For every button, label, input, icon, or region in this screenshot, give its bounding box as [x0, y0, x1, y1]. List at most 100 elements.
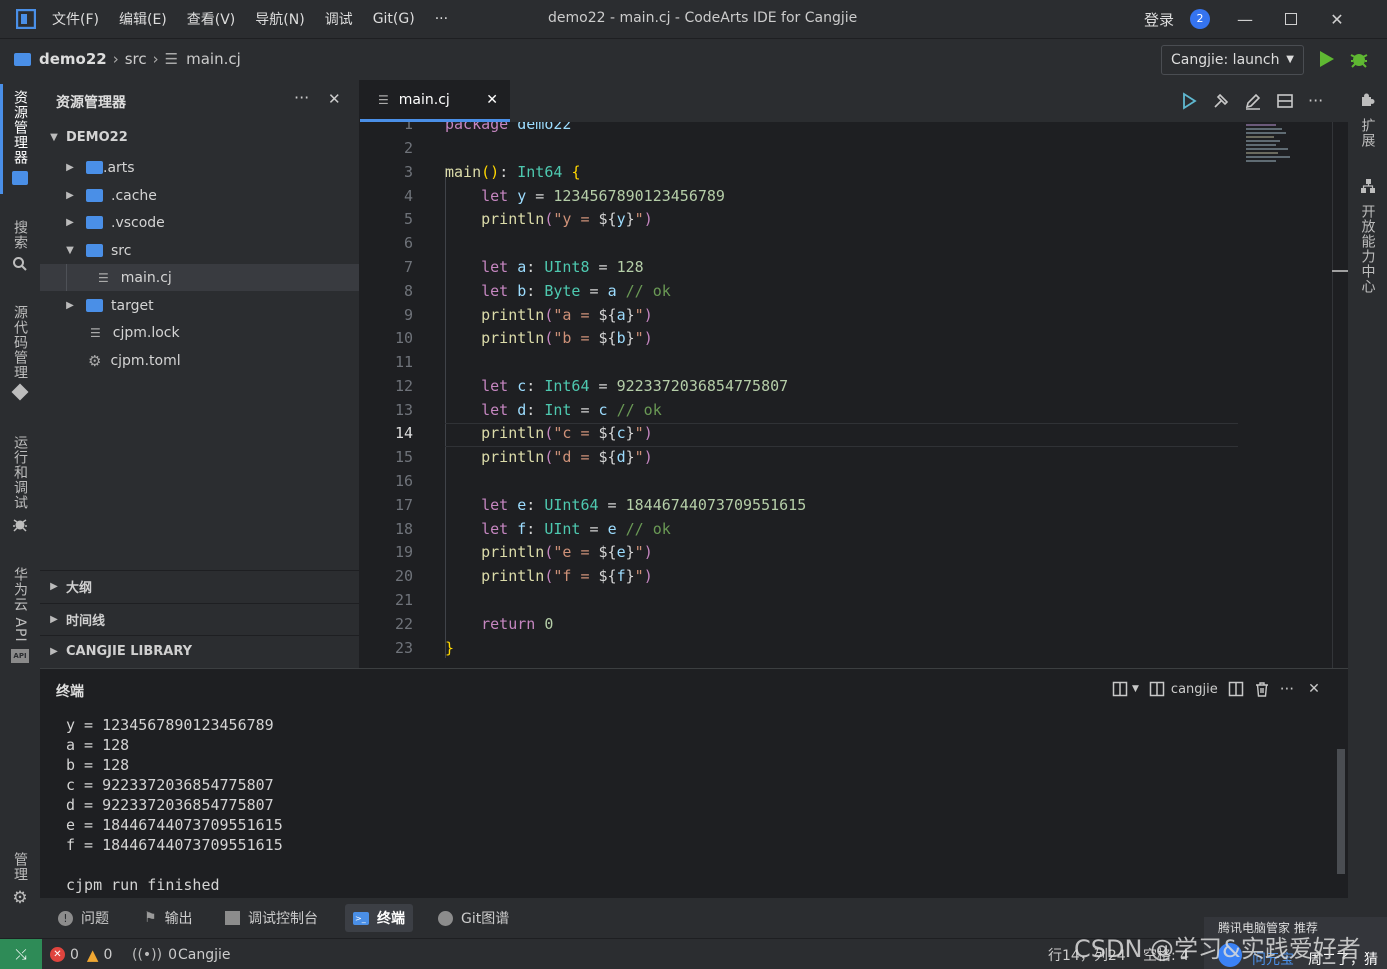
source-control-icon: [11, 383, 29, 401]
code-line: 7 let a: UInt8 = 128: [403, 258, 644, 276]
error-icon: ✕: [50, 947, 65, 962]
section-label: 大纲: [66, 581, 93, 596]
sidebar-title: 资源管理器: [56, 95, 126, 111]
puzzle-icon: [1360, 92, 1376, 112]
maximize-icon[interactable]: [1268, 0, 1314, 38]
layout-icon[interactable]: [1112, 681, 1128, 697]
tab-problems[interactable]: ! 问题: [50, 904, 117, 932]
section-timeline[interactable]: ▶ 时间线: [40, 603, 359, 635]
breadcrumb-file[interactable]: main.cj: [186, 50, 241, 68]
more-actions-icon[interactable]: ···: [1308, 91, 1323, 110]
breadcrumb: demo22 › src › ☰ main.cj Cangjie: launch…: [0, 38, 1387, 80]
activity-run-debug[interactable]: 运行和调试: [0, 435, 40, 536]
chevron-right-icon: ▶: [66, 190, 74, 201]
app-logo-icon: [0, 9, 52, 29]
code-line: 18 let f: UInt = e // ok: [394, 520, 671, 538]
section-label: CANGJIE LIBRARY: [66, 644, 193, 659]
section-outline[interactable]: ▶ 大纲: [40, 570, 359, 602]
run-icon[interactable]: [1318, 49, 1336, 73]
section-cangjie-library[interactable]: ▶ CANGJIE LIBRARY: [40, 635, 359, 667]
menu-edit[interactable]: 编辑(E): [119, 9, 167, 29]
activity-extensions[interactable]: 扩展: [1348, 92, 1387, 148]
csdn-watermark: CSDN @学习&实践爱好者: [1074, 935, 1361, 963]
split-terminal-icon[interactable]: [1228, 681, 1244, 697]
ports-status[interactable]: ((•)) 0: [132, 939, 177, 969]
chevron-down-icon: ▼: [66, 245, 74, 256]
tree-item-label: cjpm.toml: [110, 352, 181, 369]
terminal-scrollbar[interactable]: [1337, 749, 1345, 874]
more-actions-icon[interactable]: ···: [1280, 680, 1294, 698]
terminal-panel[interactable]: 终端 ▼ cangjie ··· ✕ y = 12345678901234567…: [40, 668, 1348, 898]
code-line: 19 println("e = ${e}"): [394, 543, 653, 561]
terminal-output-line: c = 9223372036854775807: [66, 776, 274, 794]
activity-scm-label: 源代码管理: [12, 305, 28, 380]
title-bar: 文件(F) 编辑(E) 查看(V) 导航(N) 调试 Git(G) ··· de…: [0, 0, 1387, 38]
trash-icon[interactable]: [1254, 681, 1270, 697]
tree-root[interactable]: ▼ DEMO22: [40, 124, 359, 151]
activity-scm[interactable]: 源代码管理: [0, 305, 40, 401]
more-actions-icon[interactable]: ···: [294, 88, 309, 107]
tree-item-main-cj[interactable]: ☰ main.cj: [40, 264, 359, 291]
tree-item-label: .arts: [103, 159, 135, 176]
minimap[interactable]: [1244, 122, 1332, 668]
tree-item-src[interactable]: ▼ src: [40, 237, 359, 264]
minimize-icon[interactable]: —: [1222, 0, 1268, 38]
tree-item-label: main.cj: [120, 269, 172, 286]
tree-item-target[interactable]: ▶ target: [40, 292, 359, 319]
tab-label: 问题: [81, 911, 109, 927]
notification-badge[interactable]: 2: [1190, 9, 1210, 29]
code-line: 6: [403, 234, 413, 252]
problems-status[interactable]: ✕ 0 ▲ 0: [50, 939, 112, 969]
split-editor-icon[interactable]: [1276, 91, 1294, 110]
breadcrumb-project[interactable]: demo22: [39, 50, 107, 68]
run-file-icon[interactable]: [1180, 91, 1198, 110]
tab-terminal[interactable]: >_ 终端: [345, 904, 413, 932]
terminal-profile-label[interactable]: cangjie: [1171, 682, 1218, 697]
remote-indicator[interactable]: ⤯: [0, 939, 42, 969]
code-line: 16: [394, 472, 413, 490]
menu-debug[interactable]: 调试: [325, 9, 353, 29]
chevron-down-icon[interactable]: ▼: [1132, 684, 1139, 694]
tree-item-arts[interactable]: ▶ .arts: [40, 154, 359, 181]
right-activity-bar: 扩展 开放能力中心: [1348, 80, 1387, 938]
language-status[interactable]: Cangjie: [178, 939, 231, 969]
activity-dev-center[interactable]: 开放能力中心: [1348, 178, 1387, 294]
edit-pencil-icon[interactable]: [1244, 91, 1262, 110]
code-line: 3 main(): Int64 {: [403, 163, 581, 181]
close-icon[interactable]: ✕: [328, 90, 341, 108]
activity-bar: 资源管理器 搜索 源代码管理 运行和调试 华为云 API API 管理 ⚙: [0, 80, 40, 938]
run-config-select[interactable]: Cangjie: launch ▼: [1161, 45, 1304, 75]
tree-item-cjpm-lock[interactable]: ☰ cjpm.lock: [40, 319, 359, 346]
activity-manage[interactable]: 管理 ⚙: [0, 852, 40, 908]
activity-search[interactable]: 搜索: [0, 220, 40, 276]
activity-explorer[interactable]: 资源管理器: [0, 90, 40, 185]
menu-navigate[interactable]: 导航(N): [255, 9, 304, 29]
file-lines-icon: ☰: [98, 270, 109, 285]
breadcrumb-folder[interactable]: src: [125, 50, 147, 68]
tree-item-vscode[interactable]: ▶ .vscode: [40, 209, 359, 236]
menu-view[interactable]: 查看(V): [187, 9, 236, 29]
error-count: 0: [70, 946, 79, 963]
menu-more[interactable]: ···: [435, 11, 448, 27]
login-link[interactable]: 登录: [1144, 9, 1174, 30]
menu-file[interactable]: 文件(F): [52, 9, 99, 29]
dev-center-label: 开放能力中心: [1359, 204, 1376, 294]
close-icon[interactable]: ✕: [486, 92, 498, 108]
activity-cloud-api[interactable]: 华为云 API API: [0, 567, 40, 663]
tree-item-cache[interactable]: ▶ .cache: [40, 182, 359, 209]
menu-git[interactable]: Git(G): [373, 11, 415, 27]
tab-main-cj[interactable]: ☰ main.cj ✕: [360, 80, 510, 122]
tab-debug-console[interactable]: 调试控制台: [217, 904, 326, 932]
broadcast-icon: ((•)): [132, 946, 163, 963]
terminal-title: 终端: [56, 684, 84, 700]
debug-bug-icon[interactable]: [1349, 49, 1369, 73]
close-icon[interactable]: ✕: [1308, 681, 1320, 697]
build-hammer-icon[interactable]: [1212, 91, 1230, 110]
tree-item-cjpm-toml[interactable]: ⚙ cjpm.toml: [40, 347, 359, 374]
code-editor[interactable]: 1 package demo22 2 3 main(): Int64 { 4 let…: [360, 122, 1348, 668]
tab-output[interactable]: ⚑ 输出: [136, 904, 201, 932]
code-line: 2: [403, 139, 413, 157]
close-window-icon[interactable]: ✕: [1314, 0, 1360, 38]
tab-git-graph[interactable]: Git图谱: [430, 904, 517, 932]
tab-label: 终端: [377, 911, 405, 927]
